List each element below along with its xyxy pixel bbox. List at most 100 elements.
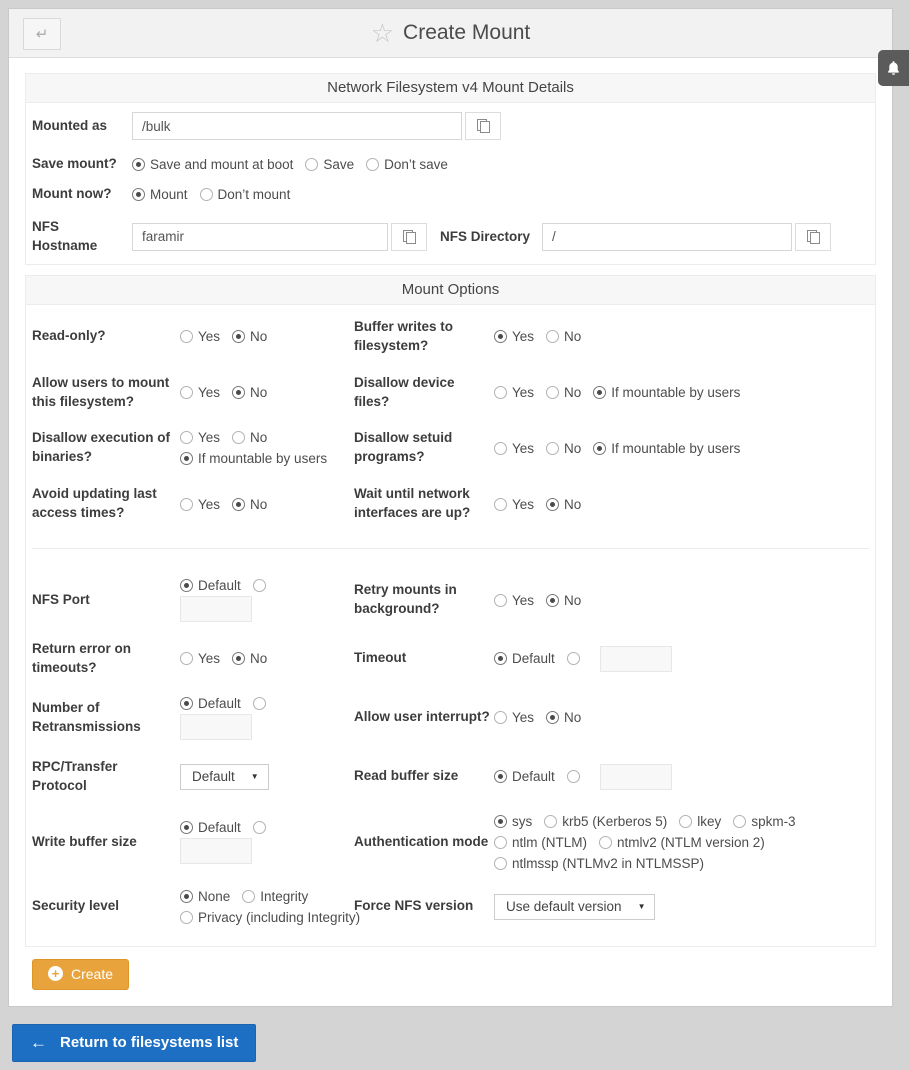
radio-option[interactable]: krb5 (Kerberos 5): [544, 814, 667, 829]
radio-option[interactable]: Save and mount at boot: [132, 157, 293, 172]
radio-selected-icon[interactable]: [232, 386, 245, 399]
radio-option[interactable]: Yes: [494, 710, 534, 725]
radio-icon[interactable]: [180, 386, 193, 399]
radio-icon[interactable]: [494, 711, 507, 724]
radio-icon[interactable]: [180, 431, 193, 444]
favorite-star-icon[interactable]: ☆: [371, 20, 394, 46]
radio-option[interactable]: If mountable by users: [593, 385, 740, 400]
mounted-as-input[interactable]: [132, 112, 462, 140]
radio-icon[interactable]: [253, 697, 266, 710]
radio-icon[interactable]: [253, 579, 266, 592]
radio-icon[interactable]: [544, 815, 557, 828]
radio-option[interactable]: Save: [305, 157, 354, 172]
radio-selected-icon[interactable]: [132, 158, 145, 171]
radio-icon[interactable]: [253, 821, 266, 834]
radio-selected-icon[interactable]: [494, 815, 507, 828]
radio-icon[interactable]: [546, 386, 559, 399]
radio-option[interactable]: [253, 579, 266, 592]
radio-selected-icon[interactable]: [546, 711, 559, 724]
radio-option[interactable]: lkey: [679, 814, 721, 829]
radio-option[interactable]: No: [546, 329, 581, 344]
radio-selected-icon[interactable]: [180, 579, 193, 592]
radio-option[interactable]: ntmlv2 (NTLM version 2): [599, 835, 765, 850]
radio-option[interactable]: No: [546, 710, 581, 725]
radio-icon[interactable]: [599, 836, 612, 849]
radio-icon[interactable]: [567, 652, 580, 665]
radio-option[interactable]: [567, 652, 580, 665]
nfs-directory-chooser-button[interactable]: [795, 223, 831, 251]
radio-option[interactable]: spkm-3: [733, 814, 795, 829]
radio-option[interactable]: Yes: [494, 593, 534, 608]
radio-option[interactable]: Yes: [180, 385, 220, 400]
radio-option[interactable]: Default: [494, 769, 555, 784]
radio-option[interactable]: No: [232, 497, 267, 512]
radio-icon[interactable]: [494, 386, 507, 399]
radio-option[interactable]: Default: [494, 651, 555, 666]
radio-option[interactable]: Default: [180, 578, 241, 593]
create-button[interactable]: + Create: [32, 959, 129, 990]
radio-selected-icon[interactable]: [232, 330, 245, 343]
radio-option[interactable]: ntlmssp (NTLMv2 in NTLMSSP): [494, 856, 704, 871]
radio-option[interactable]: None: [180, 889, 230, 904]
radio-option[interactable]: Yes: [180, 497, 220, 512]
radio-icon[interactable]: [232, 431, 245, 444]
radio-icon[interactable]: [546, 330, 559, 343]
radio-selected-icon[interactable]: [494, 770, 507, 783]
radio-option[interactable]: Privacy (including Integrity): [180, 910, 360, 925]
radio-option[interactable]: Yes: [494, 497, 534, 512]
radio-icon[interactable]: [242, 890, 255, 903]
radio-selected-icon[interactable]: [494, 330, 507, 343]
retransmissions-input[interactable]: [180, 714, 252, 740]
radio-option[interactable]: ntlm (NTLM): [494, 835, 587, 850]
radio-icon[interactable]: [546, 442, 559, 455]
radio-option[interactable]: No: [232, 430, 267, 445]
radio-option[interactable]: Default: [180, 820, 241, 835]
radio-option[interactable]: No: [546, 593, 581, 608]
radio-selected-icon[interactable]: [180, 452, 193, 465]
radio-option[interactable]: Yes: [180, 651, 220, 666]
radio-selected-icon[interactable]: [546, 594, 559, 607]
write-buffer-input[interactable]: [180, 838, 252, 864]
radio-selected-icon[interactable]: [494, 652, 507, 665]
radio-selected-icon[interactable]: [593, 386, 606, 399]
radio-option[interactable]: If mountable by users: [593, 441, 740, 456]
radio-icon[interactable]: [679, 815, 692, 828]
back-button[interactable]: ↵: [23, 18, 61, 50]
radio-icon[interactable]: [180, 911, 193, 924]
radio-selected-icon[interactable]: [593, 442, 606, 455]
radio-option[interactable]: Default: [180, 696, 241, 711]
radio-selected-icon[interactable]: [546, 498, 559, 511]
radio-option[interactable]: [567, 770, 580, 783]
radio-icon[interactable]: [494, 836, 507, 849]
radio-icon[interactable]: [180, 652, 193, 665]
notifications-tab[interactable]: [878, 50, 909, 86]
radio-selected-icon[interactable]: [180, 890, 193, 903]
radio-selected-icon[interactable]: [180, 821, 193, 834]
mounted-as-chooser-button[interactable]: [465, 112, 501, 140]
radio-icon[interactable]: [494, 442, 507, 455]
radio-selected-icon[interactable]: [180, 697, 193, 710]
radio-option[interactable]: No: [546, 497, 581, 512]
radio-icon[interactable]: [366, 158, 379, 171]
radio-option[interactable]: Yes: [180, 329, 220, 344]
radio-option[interactable]: Yes: [494, 385, 534, 400]
radio-option[interactable]: Don’t mount: [200, 187, 291, 202]
radio-icon[interactable]: [494, 594, 507, 607]
radio-icon[interactable]: [200, 188, 213, 201]
radio-option[interactable]: Don’t save: [366, 157, 448, 172]
radio-icon[interactable]: [567, 770, 580, 783]
radio-option[interactable]: [253, 821, 266, 834]
radio-icon[interactable]: [180, 498, 193, 511]
radio-icon[interactable]: [180, 330, 193, 343]
radio-option[interactable]: No: [232, 651, 267, 666]
radio-option[interactable]: No: [546, 441, 581, 456]
radio-option[interactable]: No: [232, 329, 267, 344]
nfs-hostname-input[interactable]: [132, 223, 388, 251]
radio-selected-icon[interactable]: [232, 652, 245, 665]
radio-option[interactable]: Integrity: [242, 889, 308, 904]
return-to-filesystems-button[interactable]: ← Return to filesystems list: [12, 1024, 256, 1062]
nfs-port-input[interactable]: [180, 596, 252, 622]
radio-option[interactable]: sys: [494, 814, 532, 829]
radio-icon[interactable]: [494, 498, 507, 511]
radio-option[interactable]: No: [232, 385, 267, 400]
